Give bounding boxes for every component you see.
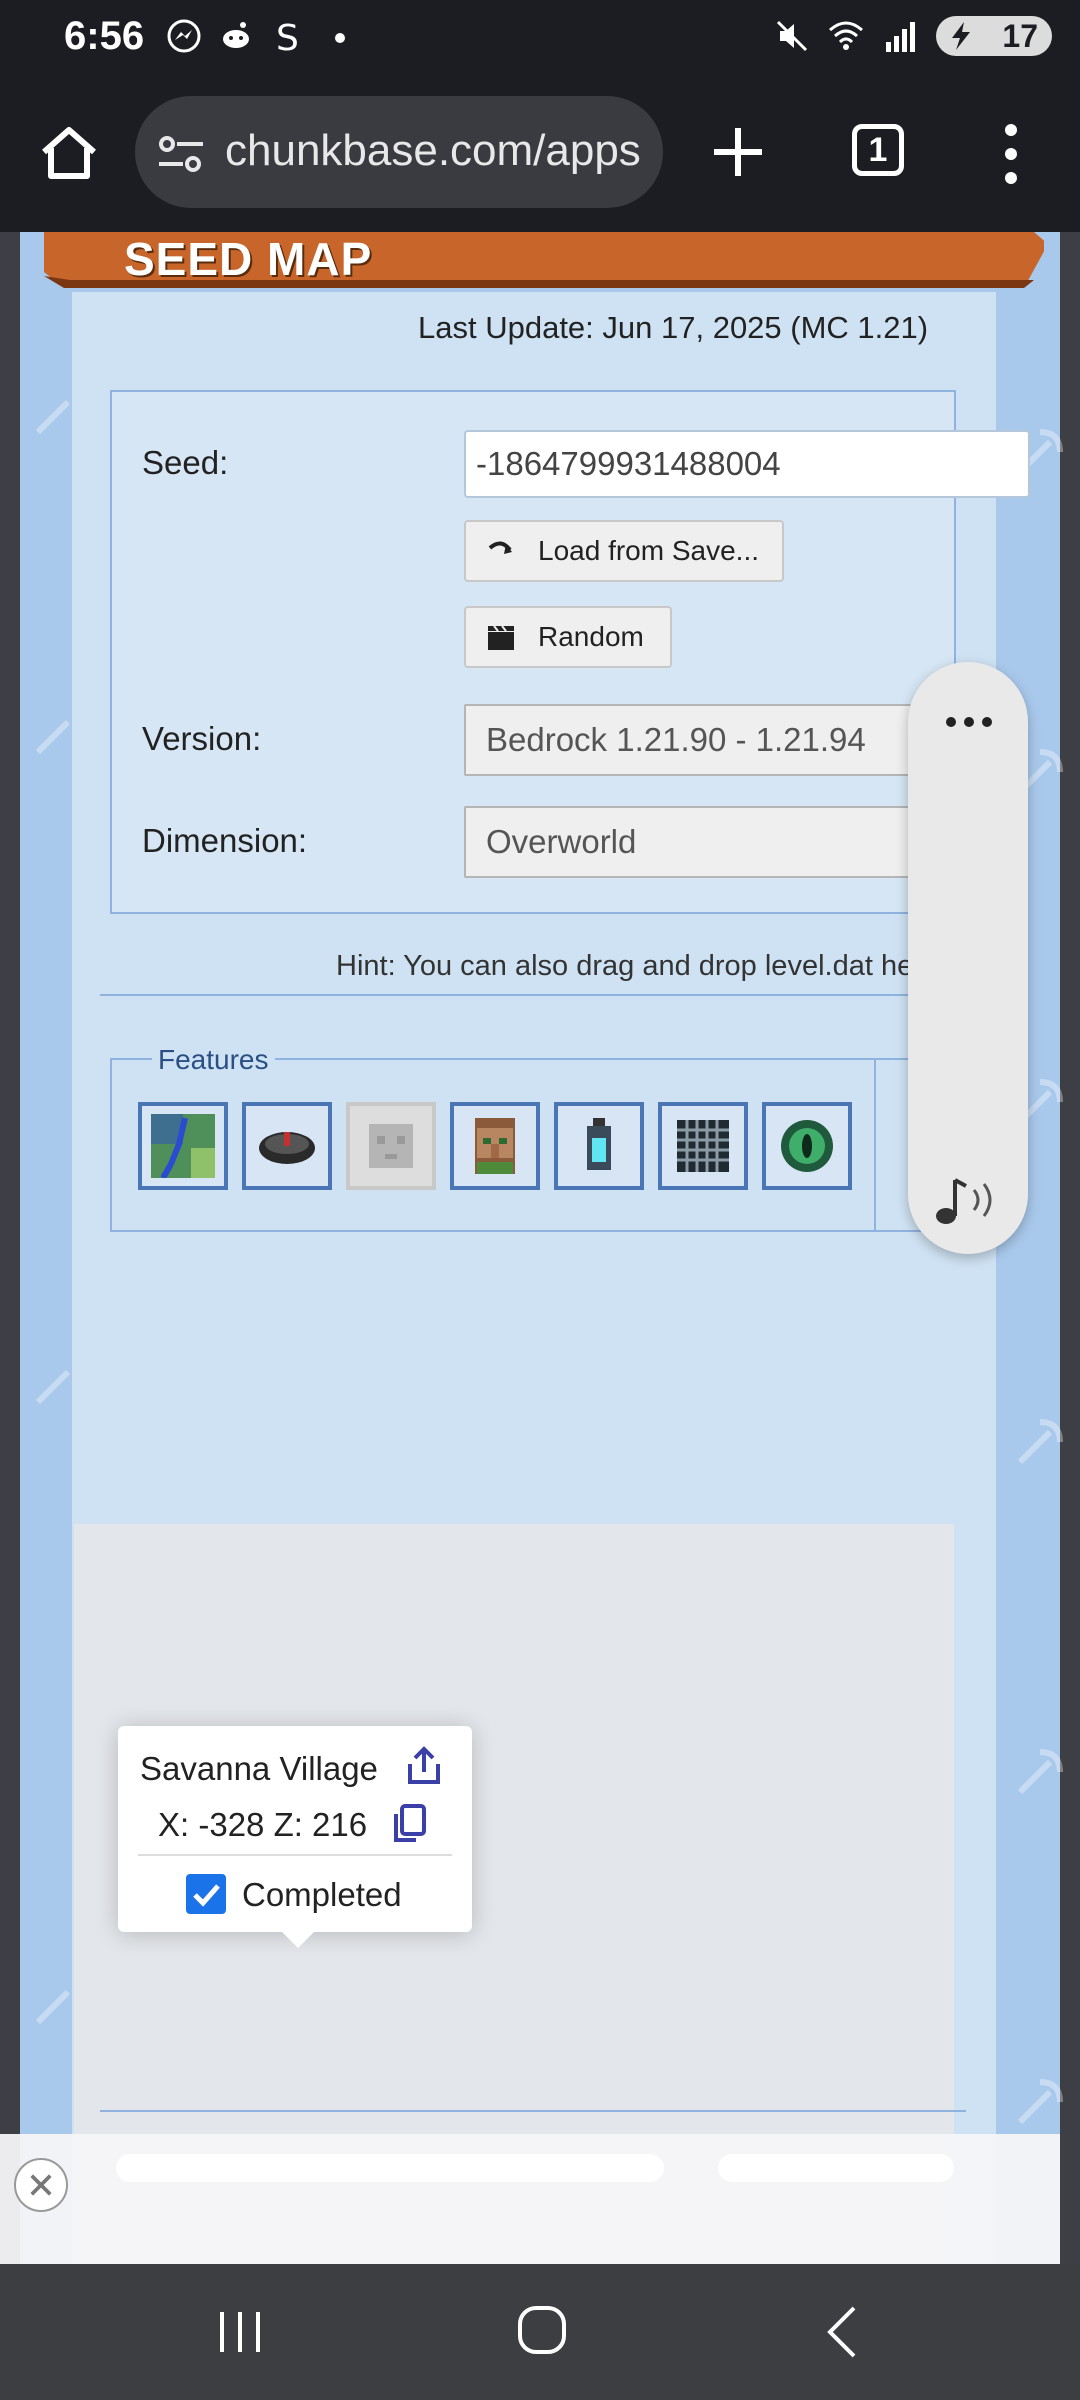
seed-input[interactable]: -1864799931488004 <box>464 430 1030 498</box>
popup-title: Savanna Village <box>140 1750 378 1787</box>
completed-checkbox[interactable] <box>186 1874 226 1914</box>
load-from-save-label: Load from Save... <box>538 535 760 566</box>
url-text: chunkbase.com/apps <box>225 126 641 175</box>
lantern-icon <box>587 1118 611 1170</box>
feature-pressure-plate-button[interactable] <box>242 1102 332 1190</box>
web-page: SEED MAP Last Update: Jun 17, 2025 (MC 1… <box>0 232 1080 2264</box>
s-app-icon: S <box>276 18 299 54</box>
close-icon[interactable] <box>14 2158 68 2212</box>
battery-level: 17 <box>1002 17 1038 54</box>
divider <box>100 994 966 996</box>
divider <box>100 2110 966 2112</box>
load-arrow-icon <box>488 541 512 554</box>
floating-side-panel <box>908 662 1028 1254</box>
clapperboard-icon <box>488 625 514 650</box>
dimension-label: Dimension: <box>142 822 308 859</box>
load-from-save-button[interactable]: Load from Save... <box>464 520 784 582</box>
pressure-plate-icon <box>259 1132 315 1164</box>
last-update-text: Last Update: Jun 17, 2025 (MC 1.21) <box>418 310 929 345</box>
pickaxe-pattern-icon <box>1017 1419 1063 1465</box>
features-legend: Features <box>152 1044 275 1076</box>
feature-village-button[interactable] <box>450 1102 540 1190</box>
completed-label: Completed <box>242 1876 402 1913</box>
structure-popup: Savanna Village X: -328 Z: 216 Completed <box>118 1726 472 1948</box>
pickaxe-pattern-icon <box>1017 1749 1063 1795</box>
system-navigation-bar <box>0 2264 1080 2400</box>
feature-biome-map-button[interactable] <box>138 1102 228 1190</box>
new-tab-icon[interactable] <box>708 122 768 182</box>
overflow-menu-icon[interactable] <box>996 122 1026 186</box>
tab-switcher-button[interactable]: 1 <box>852 124 904 176</box>
features-fieldset: Features <box>110 1044 990 1232</box>
home-nav-icon[interactable] <box>516 2304 568 2356</box>
version-value: Bedrock 1.21.90 - 1.21.94 <box>486 721 866 758</box>
spawner-cage-icon <box>677 1120 729 1172</box>
home-icon[interactable] <box>38 122 100 184</box>
copy-icon[interactable] <box>392 1804 428 1844</box>
villager-icon <box>475 1118 515 1174</box>
back-icon[interactable] <box>822 2304 862 2360</box>
pickaxe-pattern-icon <box>1017 2079 1063 2125</box>
dimension-value: Overworld <box>486 823 637 860</box>
address-bar[interactable]: chunkbase.com/apps <box>135 96 663 208</box>
biome-map-icon <box>151 1114 215 1178</box>
seed-form: Seed: -1864799931488004 Load from Save..… <box>110 390 1030 914</box>
battery-indicator: 17 <box>936 16 1052 56</box>
seed-label: Seed: <box>142 444 229 481</box>
hint-text: Hint: You can also drag and drop level.d… <box>336 950 914 982</box>
browser-toolbar: chunkbase.com/apps 1 <box>0 80 1080 232</box>
slime-icon <box>369 1124 413 1168</box>
notification-icons: S <box>166 18 358 54</box>
random-button[interactable]: Random <box>464 606 672 668</box>
feature-slime-button[interactable] <box>346 1102 436 1190</box>
wifi-icon <box>829 21 863 50</box>
popup-divider <box>138 1854 452 1856</box>
feature-stronghold-button[interactable] <box>762 1102 852 1190</box>
status-bar: 6:56 S 17 <box>0 0 1080 80</box>
charging-bolt-icon <box>952 22 970 50</box>
messenger-icon <box>167 19 201 53</box>
feature-spawner-button[interactable] <box>658 1102 748 1190</box>
random-label: Random <box>538 621 644 652</box>
ender-eye-icon <box>781 1120 833 1172</box>
mute-icon <box>776 20 808 52</box>
more-notifications-dot-icon <box>335 33 345 43</box>
more-options-icon[interactable] <box>944 712 994 732</box>
version-label: Version: <box>142 720 262 757</box>
sound-note-icon[interactable] <box>932 1172 1004 1228</box>
status-time: 6:56 <box>64 14 145 58</box>
banner-title: SEED MAP <box>124 233 373 285</box>
share-icon[interactable] <box>404 1746 444 1786</box>
overlay-bar <box>116 2154 664 2182</box>
site-settings-icon[interactable] <box>157 134 205 174</box>
recents-icon[interactable] <box>216 2310 264 2354</box>
reddit-icon <box>223 22 249 48</box>
system-icons: 17 <box>774 16 1052 56</box>
feature-lantern-button[interactable] <box>554 1102 644 1190</box>
svg-text:S: S <box>276 18 299 54</box>
signal-icon <box>886 22 915 52</box>
popup-coordinates: X: -328 Z: 216 <box>158 1806 368 1843</box>
overlay-bar <box>718 2154 954 2182</box>
